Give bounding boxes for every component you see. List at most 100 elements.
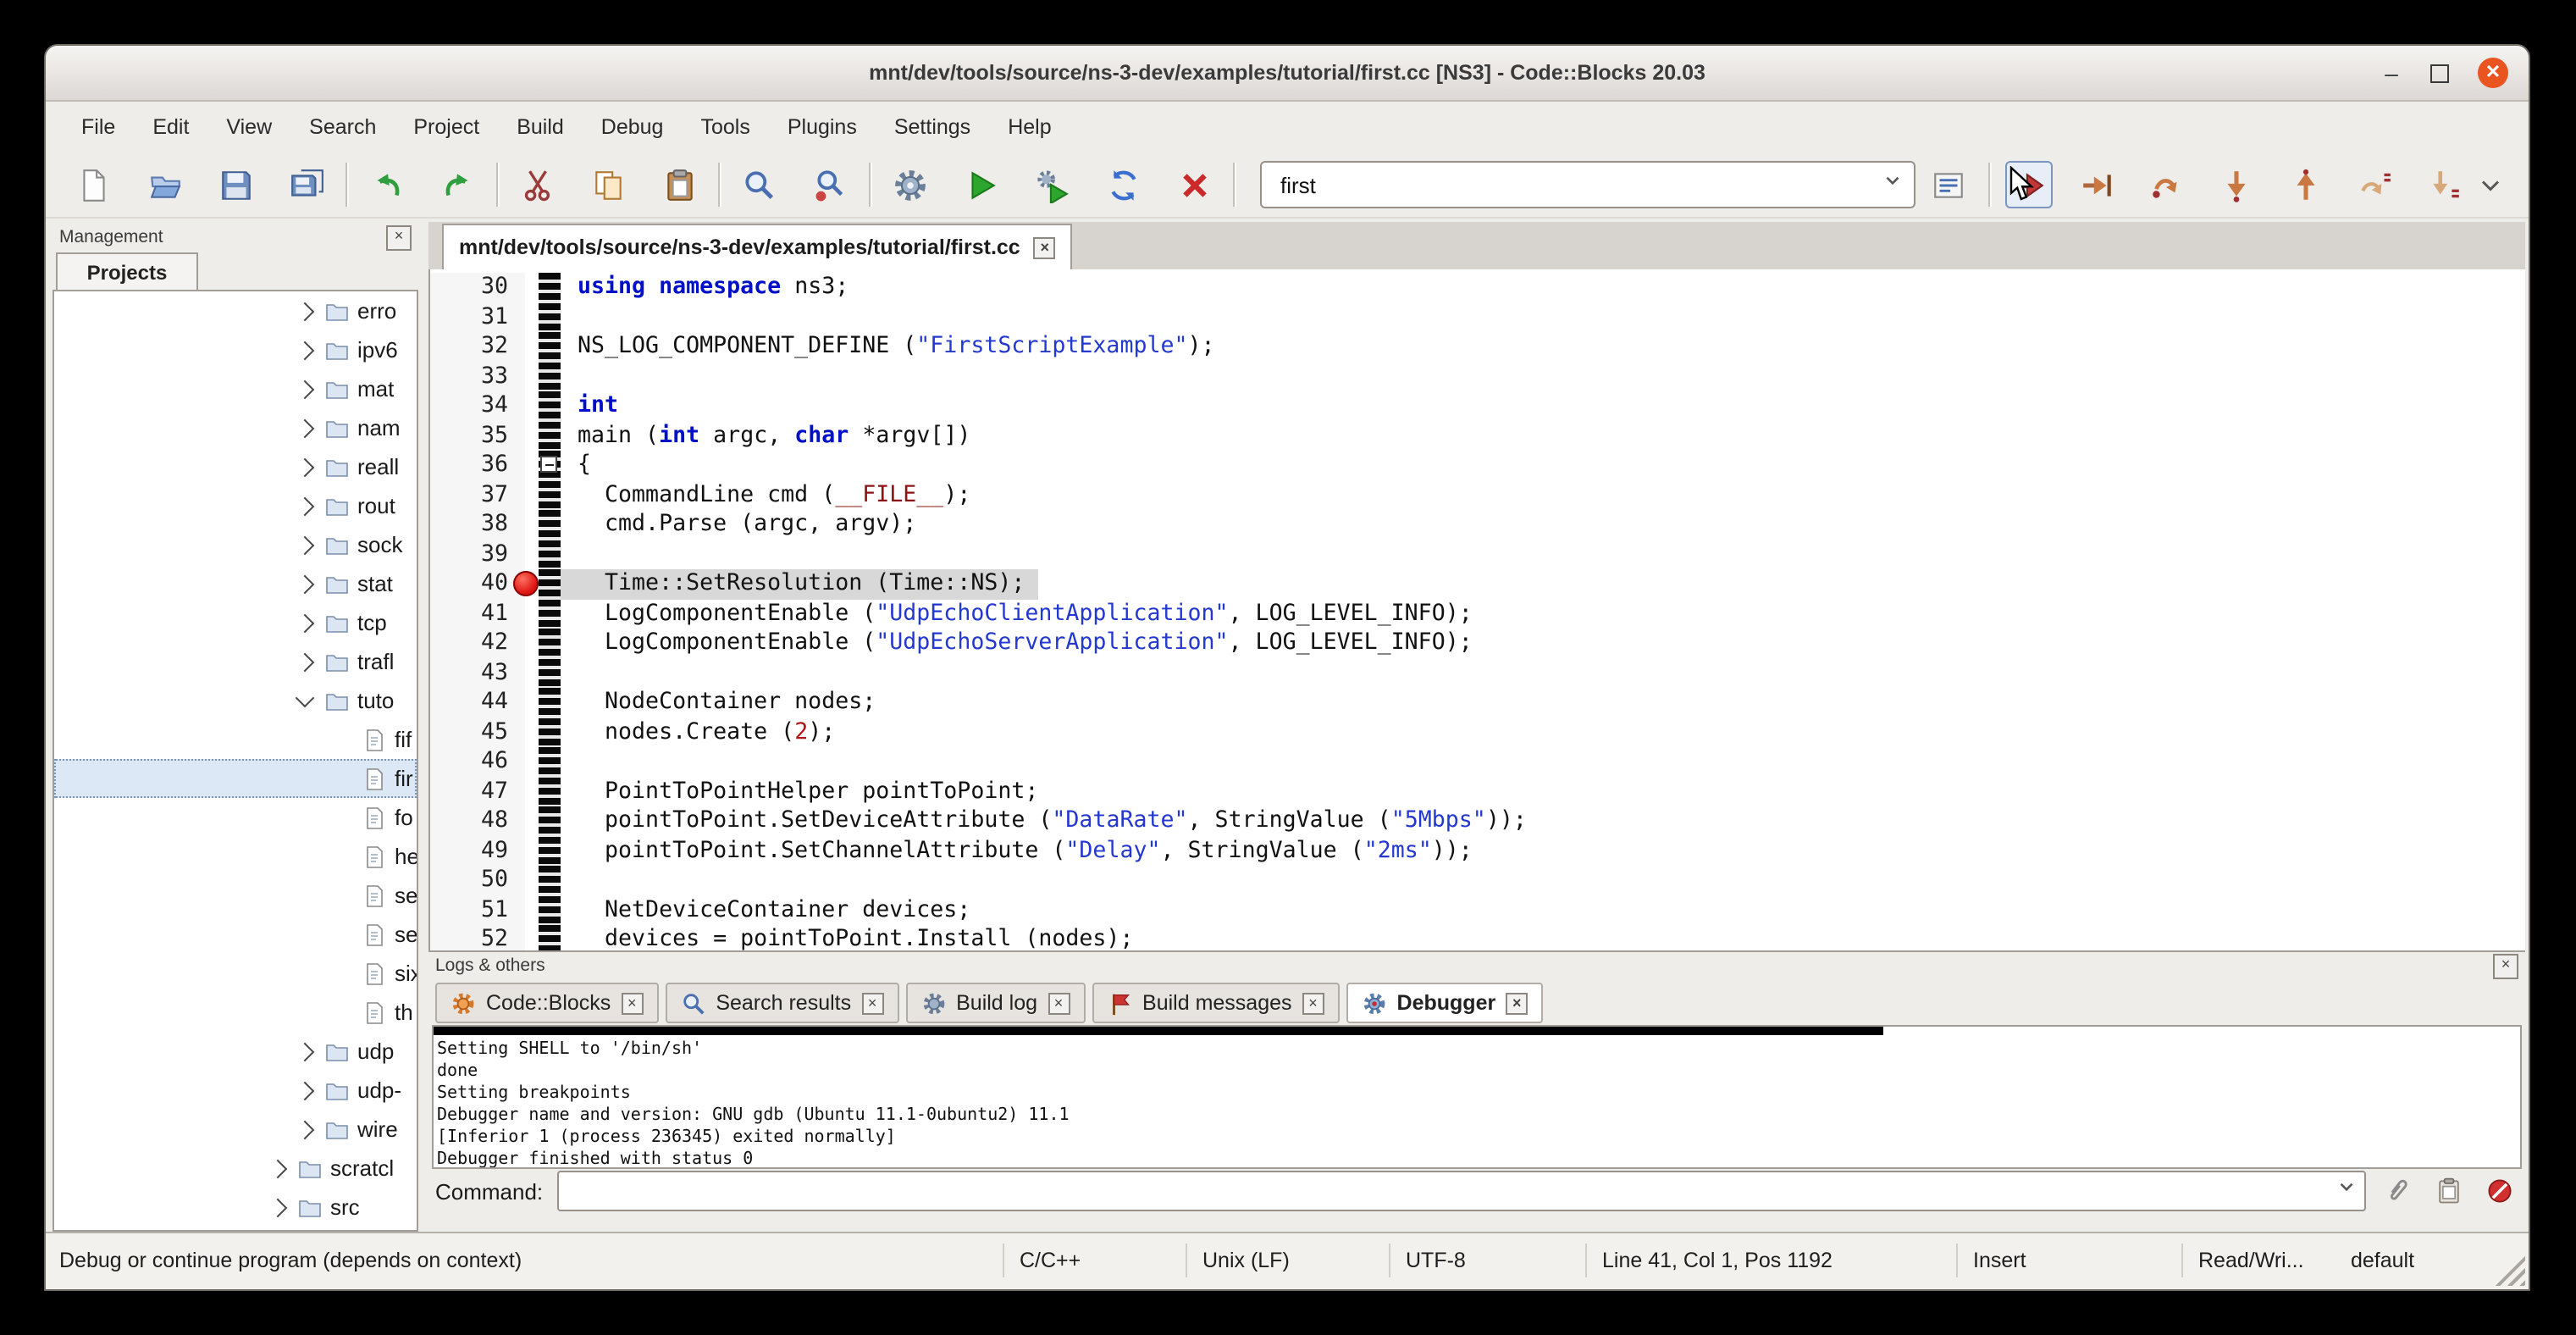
find-in-files-button[interactable] bbox=[806, 161, 854, 208]
expand-icon[interactable] bbox=[296, 1081, 315, 1100]
tree-item-he[interactable]: he bbox=[54, 837, 417, 876]
rebuild-button[interactable] bbox=[1099, 161, 1147, 208]
line-number[interactable]: 48 bbox=[430, 806, 525, 836]
run-button[interactable] bbox=[957, 161, 1004, 208]
tree-item-six[interactable]: six bbox=[54, 954, 417, 993]
logs-tab-code-blocks[interactable]: Code::Blocks× bbox=[435, 983, 658, 1023]
paste-button[interactable] bbox=[655, 161, 703, 208]
line-number[interactable]: 45 bbox=[430, 717, 525, 747]
fold-marker-icon[interactable] bbox=[540, 456, 557, 473]
tree-item-src[interactable]: src bbox=[54, 1188, 417, 1227]
line-number[interactable]: 44 bbox=[430, 688, 525, 717]
menu-help[interactable]: Help bbox=[989, 102, 1070, 152]
tree-item-tcp[interactable]: tcp bbox=[54, 603, 417, 642]
line-number[interactable]: 47 bbox=[430, 777, 525, 806]
tree-item-ipv6[interactable]: ipv6 bbox=[54, 330, 417, 369]
expand-icon[interactable] bbox=[296, 496, 315, 516]
menu-tools[interactable]: Tools bbox=[682, 102, 768, 152]
breakpoint-margin[interactable] bbox=[539, 866, 561, 895]
breakpoint-margin[interactable] bbox=[539, 658, 561, 688]
tree-item-rout[interactable]: rout bbox=[54, 486, 417, 525]
breakpoint-margin[interactable] bbox=[539, 332, 561, 362]
incremental-search-input[interactable] bbox=[1277, 170, 1882, 199]
menu-build[interactable]: Build bbox=[498, 102, 583, 152]
clipboard-icon[interactable] bbox=[2430, 1172, 2468, 1210]
expand-icon[interactable] bbox=[296, 302, 315, 321]
tab-close-icon[interactable]: × bbox=[1034, 236, 1056, 258]
build-button[interactable] bbox=[886, 161, 933, 208]
tab-close-icon[interactable]: × bbox=[1302, 992, 1324, 1014]
tree-item-sock[interactable]: sock bbox=[54, 525, 417, 564]
next-line-button[interactable] bbox=[2144, 161, 2192, 208]
tab-close-icon[interactable]: × bbox=[1506, 992, 1528, 1014]
line-number[interactable]: 52 bbox=[430, 925, 525, 950]
expand-icon[interactable] bbox=[268, 1198, 288, 1217]
search-options-button[interactable] bbox=[1926, 161, 1973, 208]
expand-icon[interactable] bbox=[268, 1159, 288, 1178]
line-number[interactable]: 50 bbox=[430, 866, 525, 895]
logs-tab-debugger[interactable]: Debugger× bbox=[1346, 983, 1544, 1023]
cut-button[interactable] bbox=[513, 161, 561, 208]
expand-icon[interactable] bbox=[296, 418, 315, 438]
menu-plugins[interactable]: Plugins bbox=[769, 102, 876, 152]
menu-settings[interactable]: Settings bbox=[876, 102, 989, 152]
line-number[interactable]: 49 bbox=[430, 836, 525, 866]
tree-item-fo[interactable]: fo bbox=[54, 798, 417, 837]
tab-projects[interactable]: Projects bbox=[56, 252, 198, 291]
log-area[interactable]: Setting SHELL to '/bin/sh'doneSetting br… bbox=[432, 1025, 2522, 1169]
attachment-icon[interactable] bbox=[2380, 1172, 2417, 1210]
line-number[interactable]: 32 bbox=[430, 332, 525, 362]
tree-item-tuto[interactable]: tuto bbox=[54, 681, 417, 720]
expand-icon[interactable] bbox=[296, 1120, 315, 1139]
expand-icon[interactable] bbox=[296, 457, 315, 477]
close-button[interactable]: ✕ bbox=[2478, 58, 2508, 88]
line-number[interactable]: 38 bbox=[430, 510, 525, 540]
tree-item-trafl[interactable]: trafl bbox=[54, 642, 417, 681]
code-area[interactable]: 30using namespace ns3;3132NS_LOG_COMPONE… bbox=[428, 269, 2525, 950]
line-number[interactable]: 51 bbox=[430, 895, 525, 925]
line-number[interactable]: 46 bbox=[430, 747, 525, 777]
menu-search[interactable]: Search bbox=[290, 102, 395, 152]
close-logs-icon[interactable]: × bbox=[2493, 953, 2518, 978]
tree-item-se[interactable]: se bbox=[54, 876, 417, 915]
abort-build-button[interactable] bbox=[1170, 161, 1218, 208]
menu-view[interactable]: View bbox=[207, 102, 290, 152]
next-instruction-button[interactable] bbox=[2352, 161, 2400, 208]
expand-icon[interactable] bbox=[296, 535, 315, 555]
line-number[interactable]: 40 bbox=[430, 569, 525, 599]
tree-item-se[interactable]: se bbox=[54, 915, 417, 954]
breakpoint-margin[interactable] bbox=[539, 362, 561, 391]
breakpoint-margin[interactable] bbox=[539, 688, 561, 717]
breakpoint-margin[interactable] bbox=[539, 925, 561, 950]
menu-file[interactable]: File bbox=[63, 102, 134, 152]
close-panel-icon[interactable]: × bbox=[386, 224, 412, 250]
menu-debug[interactable]: Debug bbox=[583, 102, 683, 152]
undo-button[interactable] bbox=[362, 161, 410, 208]
tab-close-icon[interactable]: × bbox=[1048, 992, 1070, 1014]
line-number[interactable]: 31 bbox=[430, 302, 525, 332]
tree-item-wire[interactable]: wire bbox=[54, 1110, 417, 1149]
tree-item-udp[interactable]: udp- bbox=[54, 1071, 417, 1110]
save-button[interactable] bbox=[212, 161, 259, 208]
expand-icon[interactable] bbox=[296, 379, 315, 399]
breakpoint-margin[interactable] bbox=[539, 391, 561, 421]
save-all-button[interactable] bbox=[283, 161, 330, 208]
line-number[interactable]: 30 bbox=[430, 273, 525, 302]
breakpoint-margin[interactable] bbox=[539, 747, 561, 777]
logs-tab-search-results[interactable]: Search results× bbox=[665, 983, 898, 1023]
tree-item-erro[interactable]: erro bbox=[54, 291, 417, 330]
expand-icon[interactable] bbox=[296, 1042, 315, 1061]
tree-item-nam[interactable]: nam bbox=[54, 408, 417, 447]
breakpoint-margin[interactable] bbox=[539, 895, 561, 925]
tree-item-reall[interactable]: reall bbox=[54, 447, 417, 486]
line-number[interactable]: 41 bbox=[430, 599, 525, 629]
line-number[interactable]: 36 bbox=[430, 451, 525, 480]
breakpoint-margin[interactable] bbox=[539, 540, 561, 569]
stop-debugger-icon[interactable] bbox=[2481, 1172, 2518, 1210]
resize-grip[interactable] bbox=[2495, 1255, 2525, 1286]
tab-close-icon[interactable]: × bbox=[861, 992, 883, 1014]
editor-tab-first-cc[interactable]: mnt/dev/tools/source/ns-3-dev/examples/t… bbox=[442, 224, 1073, 269]
tree-item-mat[interactable]: mat bbox=[54, 369, 417, 408]
breakpoint-margin[interactable] bbox=[539, 302, 561, 332]
line-number[interactable]: 42 bbox=[430, 629, 525, 658]
